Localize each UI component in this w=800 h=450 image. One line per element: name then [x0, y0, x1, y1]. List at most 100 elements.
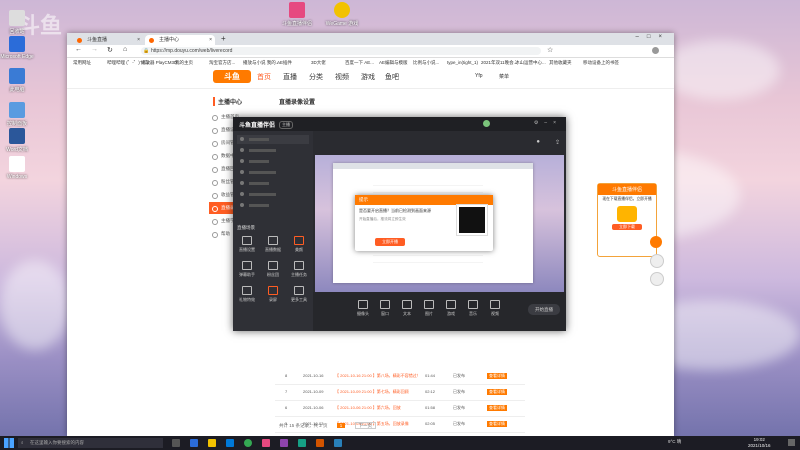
desktop-icon-recycle[interactable]: 回收站 — [0, 10, 34, 35]
desktop-icon-edge[interactable]: Microsoft Edge — [0, 36, 34, 60]
nav-game[interactable]: 游戏 — [361, 72, 375, 82]
forward-icon[interactable]: → — [91, 46, 98, 53]
side-float-button-2[interactable] — [650, 254, 664, 268]
next-page-button[interactable]: 下一页 — [354, 422, 377, 429]
row-action-button[interactable]: 查看详情 — [487, 405, 507, 411]
nav-yuba[interactable]: 鱼吧 — [385, 72, 399, 82]
tool-button[interactable]: 弹幕助手 — [237, 261, 257, 278]
tool-button[interactable]: 礼物特效 — [237, 286, 257, 303]
side-float-button-1[interactable] — [650, 236, 662, 248]
maximize-icon[interactable]: □ — [647, 34, 659, 40]
visibility-icon[interactable] — [240, 192, 244, 196]
start-button[interactable] — [4, 438, 14, 448]
new-tab-button[interactable]: + — [221, 34, 226, 43]
user-label[interactable]: Yfp — [475, 73, 483, 79]
visibility-icon[interactable] — [240, 181, 244, 185]
app-icon-2[interactable] — [316, 439, 324, 447]
tool-button[interactable]: 主播任务 — [289, 261, 309, 278]
source-label: 音乐 — [469, 311, 477, 316]
douyu-logo[interactable]: 斗鱼 — [213, 70, 251, 83]
scene-item[interactable] — [237, 157, 309, 166]
visibility-icon[interactable] — [240, 203, 244, 207]
search-box[interactable]: ⌕ 在这里输入你要搜索的内容 — [18, 438, 163, 448]
tab-anchor-center[interactable]: 主播中心 × — [145, 35, 215, 45]
nav-home[interactable]: 首页 — [257, 72, 271, 82]
dialog-confirm-button[interactable]: 立即开播 — [375, 238, 405, 246]
promo-download-button[interactable]: 立即下载 — [612, 224, 642, 230]
tool-button[interactable]: 直播数据 — [263, 236, 283, 253]
mic-icon[interactable]: ● — [536, 139, 540, 145]
row-action-button[interactable]: 查看详情 — [487, 373, 507, 379]
share-icon[interactable]: ⇪ — [555, 139, 560, 146]
settings-icon[interactable]: ⚙ — [534, 120, 544, 126]
desktop-icon-windows[interactable]: Windows — [0, 156, 34, 180]
desktop-icon-douyu-live[interactable]: 斗鱼直播伴侣 — [280, 2, 314, 27]
desktop-icon-pc[interactable]: 此电脑 — [0, 68, 34, 93]
scene-item[interactable] — [237, 146, 309, 155]
visibility-icon[interactable] — [240, 148, 244, 152]
nav-category[interactable]: 分类 — [309, 72, 323, 82]
page-1-button[interactable]: 1 — [336, 423, 346, 428]
douyu-taskbar-icon[interactable] — [262, 439, 270, 447]
row-action-button[interactable]: 查看详情 — [487, 389, 507, 395]
desktop-icon-word[interactable]: Word文档 — [0, 128, 34, 153]
app-icon[interactable] — [298, 439, 306, 447]
back-icon[interactable]: ← — [75, 46, 82, 53]
home-icon[interactable]: ⌂ — [123, 46, 127, 53]
source-button[interactable]: 游戏 — [441, 300, 461, 317]
close-icon[interactable]: × — [553, 120, 562, 126]
scene-item[interactable] — [237, 201, 309, 210]
row-title-link[interactable]: 【 2021-10-16 21:00 】第八场，精彩不容错过！ — [335, 373, 419, 379]
source-button[interactable]: 文本 — [397, 300, 417, 317]
file-explorer-icon[interactable] — [208, 439, 216, 447]
clock[interactable]: 19:02 2021/10/16 — [748, 437, 771, 449]
tool-button[interactable]: 美颜 — [289, 236, 309, 253]
minimize-icon[interactable]: – — [636, 34, 647, 40]
profile-icon[interactable] — [652, 47, 659, 54]
minimize-icon[interactable]: – — [544, 120, 553, 126]
star-icon[interactable]: ☆ — [547, 46, 553, 54]
source-button[interactable]: 视频 — [485, 300, 505, 317]
source-button[interactable]: 窗口 — [375, 300, 395, 317]
scene-item[interactable] — [237, 168, 309, 177]
side-float-button-3[interactable] — [650, 272, 664, 286]
tab-douyu[interactable]: 斗鱼直播 × — [73, 35, 143, 45]
tool-button[interactable]: 更多工具 — [289, 286, 309, 303]
notification-icon[interactable] — [788, 439, 795, 446]
edge-taskbar-icon[interactable] — [190, 439, 198, 447]
avatar[interactable] — [483, 120, 490, 127]
menu-label[interactable]: 菜单 — [499, 73, 509, 80]
visibility-icon[interactable] — [240, 159, 244, 163]
url-input[interactable]: 🔒 https://mp.douyu.com/web/liverecord — [141, 47, 541, 55]
store-icon[interactable] — [226, 439, 234, 447]
close-tab-icon[interactable]: × — [209, 35, 212, 45]
nav-live[interactable]: 直播 — [283, 72, 297, 82]
weather-widget[interactable]: 9°C 晴 — [668, 439, 681, 445]
source-button[interactable]: 摄像头 — [353, 300, 373, 317]
row-action-button[interactable]: 查看详情 — [487, 421, 507, 427]
refresh-icon[interactable]: ↻ — [107, 46, 113, 54]
source-button[interactable]: 音乐 — [463, 300, 483, 317]
tool-button[interactable]: 录屏 — [263, 286, 283, 303]
start-live-button[interactable]: 开始直播 — [528, 304, 560, 315]
desktop-icon-wegame[interactable]: WeGame 游戏 — [325, 2, 359, 27]
close-tab-icon[interactable]: × — [137, 35, 140, 45]
source-button[interactable]: 图片 — [419, 300, 439, 317]
nav-video[interactable]: 视频 — [335, 72, 349, 82]
tool-button[interactable]: 直播设置 — [237, 236, 257, 253]
tool-button[interactable]: 粉丝团 — [263, 261, 283, 278]
chrome-icon[interactable] — [244, 439, 252, 447]
app-icon-3[interactable] — [334, 439, 342, 447]
row-title-link[interactable]: 【 2021-10-06 21:00 】第六场，回放 — [335, 405, 419, 411]
visibility-icon[interactable] — [240, 137, 244, 141]
media-icon[interactable] — [280, 439, 288, 447]
tool-icon — [242, 236, 252, 245]
row-title-link[interactable]: 【 2021-10-09 21:00 】第七场，精彩回顾 — [335, 389, 419, 395]
visibility-icon[interactable] — [240, 170, 244, 174]
scene-item[interactable] — [237, 135, 309, 144]
scene-item[interactable] — [237, 179, 309, 188]
task-view-icon[interactable] — [172, 439, 180, 447]
scene-item[interactable] — [237, 190, 309, 199]
close-window-icon[interactable]: × — [658, 34, 670, 40]
desktop-icon-control[interactable]: 控制面板 — [0, 102, 34, 127]
